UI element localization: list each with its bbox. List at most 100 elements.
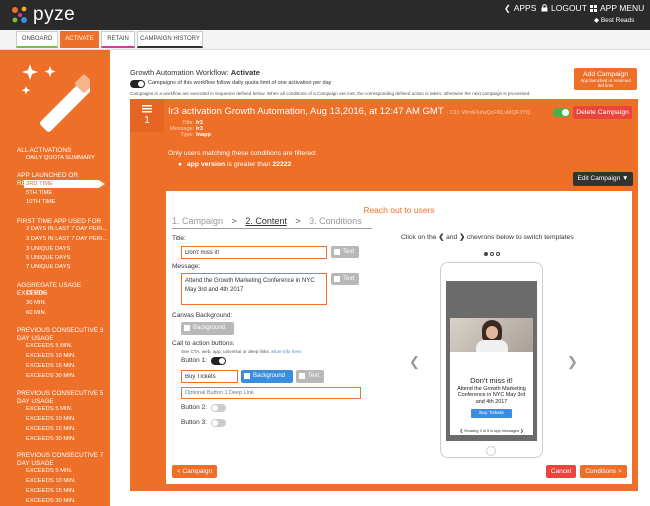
- app-menu-button[interactable]: APP MENU: [590, 3, 644, 13]
- chevron-left-icon[interactable]: ❮: [460, 429, 463, 433]
- button1-label: Button 1:: [181, 357, 208, 364]
- step-content[interactable]: 2. Content: [245, 216, 287, 226]
- canvas-label: Canvas Background:: [172, 312, 233, 319]
- sidebar-item[interactable]: EXCEEDS 30 MIN.: [26, 373, 76, 379]
- template-pager: [484, 252, 500, 256]
- step-campaign[interactable]: 1. Campaign: [172, 216, 223, 226]
- sidebar-item[interactable]: DAILY QUOTA SUMMARY: [26, 155, 95, 161]
- sidebar-item[interactable]: 5TH TIME: [26, 190, 52, 196]
- daily-quota-label: Campaigns of this workflow follow daily …: [148, 80, 332, 86]
- add-campaign-button[interactable]: Add Campaign App launched or resumed 3rd…: [574, 68, 637, 90]
- sidebar-item[interactable]: EXCEEDS 15 MIN.: [26, 426, 76, 432]
- next-conditions-button[interactable]: Conditions >: [580, 465, 627, 478]
- canvas-background-checkbox[interactable]: Background: [181, 322, 234, 335]
- button1-toggle[interactable]: [211, 357, 226, 365]
- button3-label: Button 3:: [181, 419, 208, 426]
- preview-title: Don't miss it!: [470, 376, 513, 385]
- campaign-enabled-toggle[interactable]: [553, 108, 570, 117]
- top-bar: pyze ❮ APPS LOGOUT APP MENU ◆ Best Reads: [0, 0, 650, 30]
- workflow-tabs: ONBOARD ACTIVATE RETAIN CAMPAIGN HISTORY: [0, 30, 650, 50]
- workflow-title: Growth Automation Workflow: Activate: [130, 68, 260, 77]
- message-text-checkbox[interactable]: Text: [331, 273, 359, 285]
- message-card: Don't miss it! Attend the Growth Marketi…: [450, 352, 533, 432]
- preview-cta-button[interactable]: Buy Tickets: [471, 409, 512, 418]
- sidebar-item[interactable]: EXCEEDS 5 MIN.: [26, 406, 72, 412]
- sidebar-section-title: PREVIOUS CONSECUTIVE 3 DAY USAGE: [17, 327, 104, 342]
- lock-icon: [541, 4, 548, 12]
- button1-deeplink-input[interactable]: [181, 387, 361, 399]
- drag-handle-icon[interactable]: [142, 105, 152, 113]
- next-template-chevron-icon[interactable]: ❯: [567, 354, 578, 370]
- sidebar-item[interactable]: EXCEEDS 15 MIN.: [26, 363, 76, 369]
- sidebar-item[interactable]: 2 DAYS IN LAST 7 DAY PERI...: [26, 226, 107, 232]
- preview-message: Attend the Growth Marketing Conference i…: [457, 386, 526, 405]
- tab-retain[interactable]: RETAIN: [101, 31, 135, 48]
- button2-toggle[interactable]: [211, 404, 226, 412]
- meta-value: Inapp: [196, 132, 211, 138]
- template-hint: Click on the ❮ and ❯ chevrons below to s…: [401, 234, 574, 241]
- sidebar: ALL ACTIVATIONS DAILY QUOTA SUMMARY APP LA…: [0, 50, 110, 506]
- tab-activate[interactable]: ACTIVATE: [60, 31, 99, 48]
- tab-onboard[interactable]: ONBOARD: [16, 31, 58, 48]
- button3-toggle[interactable]: [211, 419, 226, 427]
- title-label: Title:: [172, 235, 186, 242]
- pager-dot[interactable]: [490, 252, 494, 256]
- sidebar-item[interactable]: EXCEEDS 30 MIN.: [26, 498, 76, 504]
- sidebar-section-title: PREVIOUS CONSECUTIVE 5 DAY USAGE: [17, 390, 104, 405]
- sidebar-section-title: FIRST TIME APP USED FOR: [17, 218, 102, 225]
- sidebar-item[interactable]: 5 UNIQUE DAYS: [26, 255, 70, 261]
- button1-background-checkbox[interactable]: Background: [241, 370, 293, 383]
- button1-text-checkbox[interactable]: Text: [296, 370, 324, 383]
- chevron-right-icon[interactable]: ❯: [520, 429, 523, 433]
- sidebar-item[interactable]: 3 DAYS IN LAST 7 DAY PERI...: [26, 236, 107, 242]
- delete-campaign-button[interactable]: Delete Campaign: [573, 106, 632, 119]
- app-selector[interactable]: ◆ Best Reads: [594, 16, 634, 24]
- campaign-index: 1: [144, 115, 150, 126]
- sidebar-item[interactable]: EXCEEDS 5 MIN.: [26, 343, 72, 349]
- magic-wand-icon: [21, 64, 90, 132]
- sidebar-section-title: ALL ACTIVATIONS: [17, 147, 72, 154]
- message-input[interactable]: Attend the Growth Marketing Conference i…: [181, 273, 327, 305]
- sidebar-item[interactable]: 7 UNIQUE DAYS: [26, 264, 70, 270]
- wizard-steps: 1. Campaign > 2. Content > 3. Conditions: [172, 216, 362, 226]
- sidebar-item[interactable]: 30 MIN.: [26, 300, 46, 306]
- steps-divider: [172, 228, 372, 229]
- sidebar-item[interactable]: EXCEEDS 30 MIN.: [26, 436, 76, 442]
- campaign-title: Ir3 activation Growth Automation, Aug 13…: [168, 106, 531, 117]
- button1-text-input[interactable]: [181, 370, 238, 383]
- diamond-icon: ◆: [594, 17, 599, 24]
- edit-campaign-button[interactable]: Edit Campaign ▼: [573, 172, 633, 186]
- prev-template-chevron-icon[interactable]: ❮: [409, 354, 420, 370]
- title-input[interactable]: [181, 246, 327, 259]
- pager-dot-active[interactable]: [484, 252, 488, 256]
- tab-campaign-history[interactable]: CAMPAIGN HISTORY: [137, 31, 203, 48]
- filter-text: Only users matching these conditions are…: [168, 150, 317, 157]
- condition-row: ● app version is greater than 22222: [178, 161, 292, 168]
- sidebar-item[interactable]: 3 UNIQUE DAYS: [26, 246, 70, 252]
- sidebar-item[interactable]: EXCEEDS 10 MIN.: [26, 478, 76, 484]
- sidebar-section-title: PREVIOUS CONSECUTIVE 7 DAY USAGE: [17, 452, 104, 467]
- sidebar-item[interactable]: EXCEEDS 15 MIN.: [26, 488, 76, 494]
- sidebar-item[interactable]: EXCEEDS 5 MIN.: [26, 468, 72, 474]
- sidebar-item-active[interactable]: 3RD TIME: [24, 180, 105, 188]
- daily-quota-toggle[interactable]: [130, 80, 145, 88]
- title-text-checkbox[interactable]: Text: [331, 246, 359, 258]
- phone-mockup: Don't miss it! Attend the Growth Marketi…: [440, 262, 543, 458]
- more-info-link[interactable]: More info here.: [271, 349, 302, 354]
- logout-link[interactable]: LOGOUT: [541, 3, 587, 13]
- sidebar-item[interactable]: 15 MIN.: [26, 290, 46, 296]
- brand-logo[interactable]: pyze: [10, 4, 75, 26]
- cta-note: See CTA, web, app, universal or deep lin…: [181, 349, 303, 354]
- workflow-note: Campaigns in a workflow are executed in …: [130, 91, 531, 96]
- chevron-left-icon: ❮: [438, 234, 445, 241]
- pager-dot[interactable]: [496, 252, 500, 256]
- sidebar-item[interactable]: 10TH TIME: [26, 199, 56, 205]
- cancel-button[interactable]: Cancel: [546, 465, 576, 478]
- apps-link[interactable]: ❮ APPS: [504, 3, 536, 13]
- phone-screen: Don't miss it! Attend the Growth Marketi…: [446, 281, 537, 441]
- back-campaign-button[interactable]: < Campaign: [172, 465, 217, 478]
- step-conditions[interactable]: 3. Conditions: [309, 216, 362, 226]
- sidebar-item[interactable]: EXCEEDS 10 MIN.: [26, 353, 76, 359]
- sidebar-item[interactable]: EXCEEDS 10 MIN.: [26, 416, 76, 422]
- sidebar-item[interactable]: 60 MIN.: [26, 310, 46, 316]
